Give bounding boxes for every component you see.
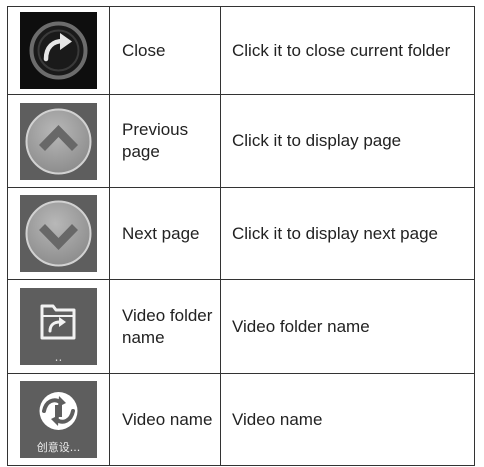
- icon-reference-table: Close Click it to close current folder P…: [7, 6, 475, 466]
- icon-cell: [7, 6, 110, 95]
- icon-caption: ..: [54, 350, 63, 364]
- icon-cell: [7, 94, 110, 188]
- table-row: Previous page Click it to display page: [7, 94, 475, 188]
- icon-cell: ..: [7, 279, 110, 374]
- video-folder-icon: ..: [20, 288, 97, 365]
- close-return-icon: [20, 12, 97, 89]
- row-description: Video folder name: [220, 279, 475, 374]
- row-name: Close: [109, 6, 221, 95]
- chevron-up-icon: [20, 102, 97, 180]
- row-name: Video folder name: [109, 279, 221, 374]
- chevron-down-icon: [20, 195, 97, 272]
- video-file-icon: 创意设...: [20, 381, 97, 458]
- table-row: .. Video folder name Video folder name: [7, 279, 475, 374]
- icon-caption: 创意设...: [36, 441, 81, 454]
- table-row: Next page Click it to display next page: [7, 187, 475, 280]
- row-description: Click it to display page: [220, 94, 475, 188]
- row-name: Next page: [109, 187, 221, 280]
- table-row: Close Click it to close current folder: [7, 6, 475, 95]
- icon-cell: 创意设...: [7, 373, 110, 466]
- row-description: Click it to close current folder: [220, 6, 475, 95]
- table-row: 创意设... Video name Video name: [7, 373, 475, 466]
- row-description: Video name: [220, 373, 475, 466]
- icon-cell: [7, 187, 110, 280]
- row-name: Video name: [109, 373, 221, 466]
- row-description: Click it to display next page: [220, 187, 475, 280]
- row-name: Previous page: [109, 94, 221, 188]
